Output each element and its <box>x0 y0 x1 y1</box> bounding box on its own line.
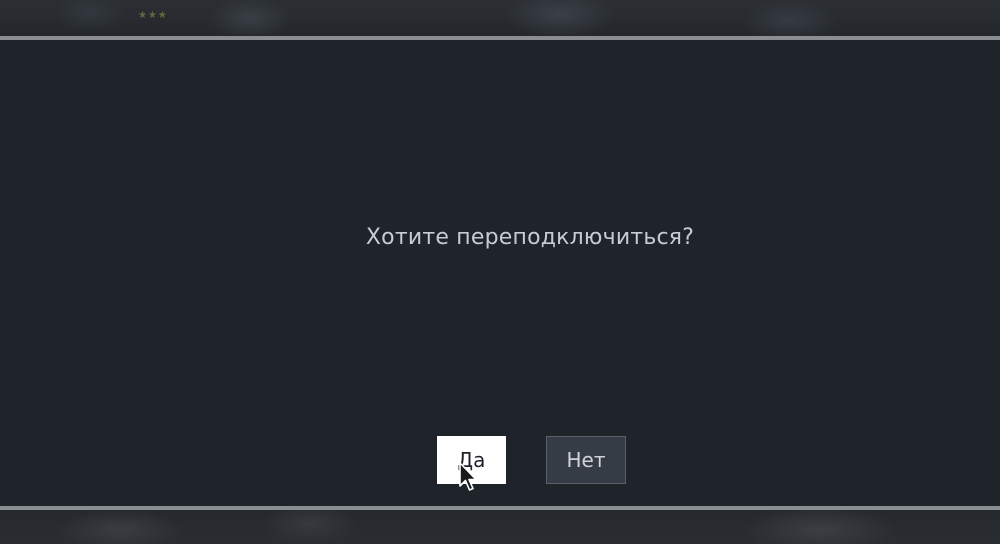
background-media-strip-bottom <box>0 510 1000 544</box>
no-button[interactable]: Нет <box>546 436 626 484</box>
reconnect-screen: ★★★ Хотите переподключиться? Да Нет <box>0 0 1000 544</box>
background-media-strip-top: ★★★ <box>0 0 1000 36</box>
dialog-prompt: Хотите переподключиться? <box>365 225 695 250</box>
no-button-label: Нет <box>566 448 606 472</box>
rating-stars: ★★★ <box>138 10 168 21</box>
mouse-pointer-icon <box>459 462 477 491</box>
reconnect-dialog: Хотите переподключиться? Да Нет <box>0 40 1000 506</box>
